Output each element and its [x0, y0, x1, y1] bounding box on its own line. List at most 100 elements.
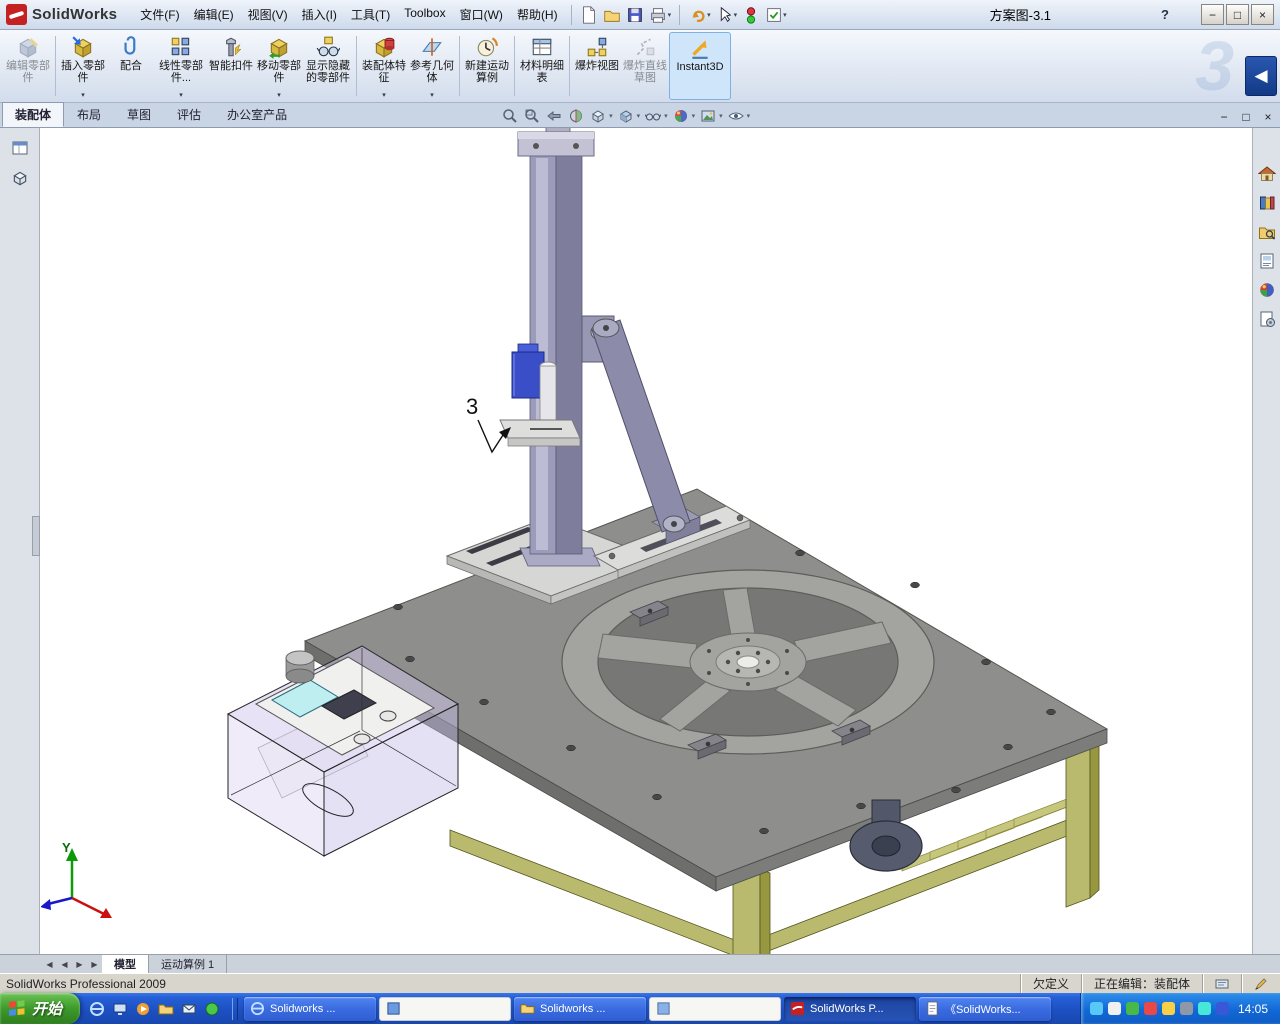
cmd-explode-line-sketch[interactable]: 爆炸直线草图 — [621, 32, 669, 100]
cmd-reference-geometry[interactable]: 参考几何体 ▾ — [408, 32, 456, 100]
cmd-insert-component[interactable]: 插入零部件 ▾ — [59, 32, 107, 100]
start-button[interactable]: 开始 — [0, 993, 81, 1024]
dropdown-icon[interactable]: ▾ — [430, 92, 434, 99]
undo-icon[interactable] — [686, 3, 709, 26]
tray-icon[interactable] — [1089, 1002, 1103, 1015]
dropdown-icon[interactable]: ▾ — [719, 112, 723, 120]
tray-icon[interactable] — [1107, 1002, 1121, 1015]
display-style-icon[interactable] — [616, 107, 636, 125]
taskbar-clock[interactable]: 14:05 — [1238, 1002, 1268, 1016]
last-sheet-icon[interactable]: ▶ — [87, 955, 102, 973]
cmd-linear-pattern[interactable]: 线性零部件... ▾ — [155, 32, 207, 100]
close-button[interactable]: × — [1251, 4, 1274, 25]
cmd-bill-of-materials[interactable]: 材料明细表 — [518, 32, 566, 100]
edit-appearance-icon[interactable] — [671, 107, 691, 125]
tab-layout[interactable]: 布局 — [64, 102, 114, 127]
cmd-smart-fasteners[interactable]: 智能扣件 — [207, 32, 255, 100]
cmd-move-component[interactable]: 移动零部件 ▾ — [255, 32, 303, 100]
zoom-fit-icon[interactable] — [500, 107, 520, 125]
previous-sheet-icon[interactable]: ◀ — [57, 955, 72, 973]
minimize-button[interactable]: − — [1201, 4, 1224, 25]
display-pane-icon[interactable] — [10, 168, 30, 188]
cmd-show-hidden-components[interactable]: 显示隐藏的零部件 — [303, 32, 353, 100]
select-dropdown-icon[interactable]: ▾ — [734, 11, 738, 19]
previous-view-icon[interactable] — [544, 107, 564, 125]
tray-icon[interactable] — [1143, 1002, 1157, 1015]
cmd-exploded-view[interactable]: 爆炸视图 — [573, 32, 621, 100]
view-settings-icon[interactable] — [726, 107, 746, 125]
print-dropdown-icon[interactable]: ▾ — [668, 11, 672, 19]
print-icon[interactable] — [647, 3, 670, 26]
menu-file[interactable]: 文件(F) — [133, 1, 186, 28]
new-document-icon[interactable] — [578, 3, 601, 26]
custom-properties-icon[interactable] — [1257, 309, 1277, 329]
doc-minimize-button[interactable]: − — [1216, 109, 1232, 124]
tab-assembly[interactable]: 装配体 — [2, 102, 65, 127]
menu-help[interactable]: 帮助(H) — [510, 1, 565, 28]
cmd-new-motion-study[interactable]: 新建运动算例 — [463, 32, 511, 100]
featuremanager-tree-icon[interactable] — [10, 138, 30, 158]
doc-close-button[interactable]: × — [1260, 109, 1276, 124]
dropdown-icon[interactable]: ▾ — [692, 112, 696, 120]
doc-restore-button[interactable]: □ — [1238, 109, 1254, 124]
tray-icon[interactable] — [1215, 1002, 1229, 1015]
zoom-area-icon[interactable] — [522, 107, 542, 125]
quick-tips-icon[interactable] — [1202, 974, 1241, 993]
cmd-instant3d[interactable]: Instant3D — [669, 32, 731, 100]
view-orientation-icon[interactable] — [588, 107, 608, 125]
tab-model[interactable]: 模型 — [102, 955, 149, 973]
next-sheet-icon[interactable]: ▶ — [72, 955, 87, 973]
save-icon[interactable] — [624, 3, 647, 26]
panel-splitter-handle[interactable] — [32, 516, 40, 556]
quicklaunch-msn-icon[interactable] — [203, 1000, 221, 1018]
tray-icon[interactable] — [1197, 1002, 1211, 1015]
tray-icon[interactable] — [1161, 1002, 1175, 1015]
menu-tools[interactable]: 工具(T) — [344, 1, 397, 28]
appearances-icon[interactable] — [1257, 280, 1277, 300]
taskbar-button-4[interactable] — [649, 996, 782, 1021]
cmd-edit-component[interactable]: 编辑零部件 — [4, 32, 52, 100]
taskbar-button-solidworks[interactable]: SolidWorks P... — [784, 996, 917, 1021]
quicklaunch-media-player-icon[interactable] — [134, 1000, 152, 1018]
dropdown-icon[interactable]: ▾ — [747, 112, 751, 120]
dropdown-icon[interactable]: ▾ — [382, 92, 386, 99]
dropdown-icon[interactable]: ▾ — [637, 112, 641, 120]
dropdown-icon[interactable]: ▾ — [664, 112, 668, 120]
tray-icon[interactable] — [1125, 1002, 1139, 1015]
tab-sketch[interactable]: 草图 — [114, 102, 164, 127]
options-dropdown-icon[interactable]: ▾ — [783, 11, 787, 19]
model-canvas[interactable]: 3 Y Z — [28, 119, 1252, 974]
menu-insert[interactable]: 插入(I) — [295, 1, 344, 28]
dropdown-icon[interactable]: ▾ — [179, 92, 183, 99]
taskbar-button-folder[interactable]: Solidworks ... — [514, 996, 647, 1021]
menu-edit[interactable]: 编辑(E) — [187, 1, 241, 28]
task-pane-arrow-button[interactable]: ◀ — [1245, 56, 1277, 96]
hide-show-items-icon[interactable] — [643, 107, 663, 125]
dropdown-icon[interactable]: ▾ — [277, 92, 281, 99]
cmd-mate[interactable]: 配合 — [107, 32, 155, 100]
tab-office-products[interactable]: 办公室产品 — [214, 102, 300, 127]
rebuild-icon[interactable] — [739, 3, 762, 26]
home-icon[interactable] — [1257, 164, 1277, 184]
apply-scene-icon[interactable] — [698, 107, 718, 125]
tab-evaluate[interactable]: 评估 — [164, 102, 214, 127]
menu-toolbox[interactable]: Toolbox — [397, 1, 452, 28]
maximize-button[interactable]: □ — [1226, 4, 1249, 25]
graphics-viewport[interactable]: 3 Y Z — [28, 119, 1252, 974]
section-view-icon[interactable] — [566, 107, 586, 125]
view-palette-icon[interactable] — [1257, 251, 1277, 271]
cmd-assembly-features[interactable]: 装配体特征 ▾ — [360, 32, 408, 100]
help-icon[interactable]: ? — [1161, 7, 1169, 22]
select-icon[interactable] — [713, 3, 736, 26]
taskbar-button-2[interactable] — [379, 996, 512, 1021]
menu-view[interactable]: 视图(V) — [241, 1, 295, 28]
options-icon[interactable] — [762, 3, 785, 26]
undo-dropdown-icon[interactable]: ▾ — [707, 11, 711, 19]
quicklaunch-outlook-icon[interactable] — [180, 1000, 198, 1018]
taskbar-button-notepad[interactable]: 《SolidWorks... — [919, 996, 1052, 1021]
dropdown-icon[interactable]: ▾ — [609, 112, 613, 120]
open-icon[interactable] — [601, 3, 624, 26]
menu-window[interactable]: 窗口(W) — [453, 1, 510, 28]
quicklaunch-ie-icon[interactable] — [88, 1000, 106, 1018]
quicklaunch-show-desktop-icon[interactable] — [111, 1000, 129, 1018]
